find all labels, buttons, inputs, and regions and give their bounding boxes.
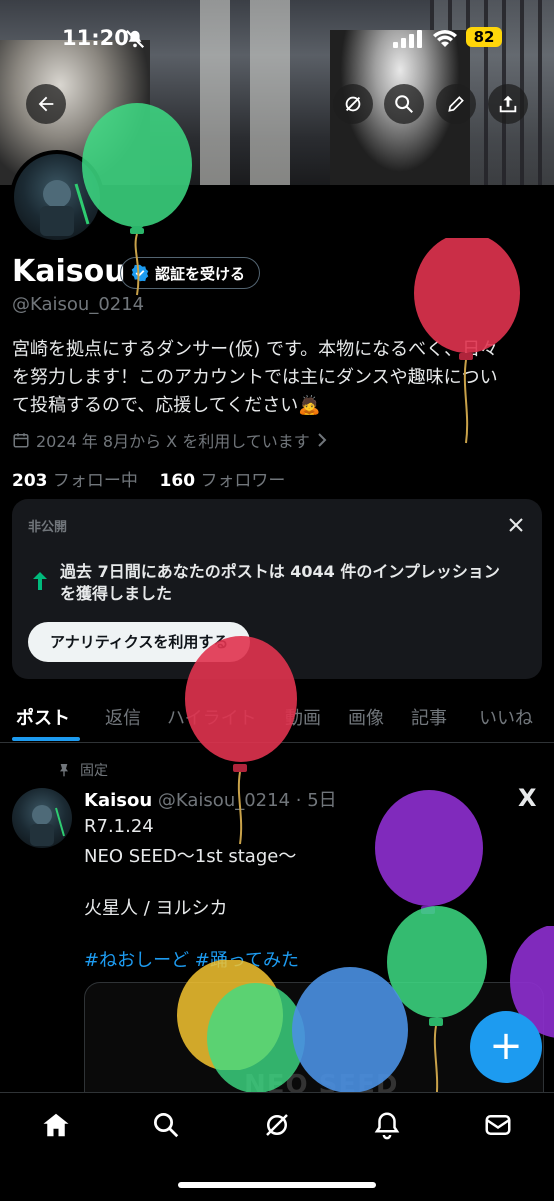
calendar-icon (13, 433, 29, 448)
chevron-right-icon (318, 433, 327, 447)
private-label: 非公開 (28, 520, 68, 535)
tab-replies[interactable]: 返信 (105, 704, 141, 730)
followers-count: 160 (159, 471, 196, 491)
edit-icon (448, 96, 464, 112)
close-icon[interactable] (506, 515, 526, 535)
search-button[interactable] (384, 84, 424, 124)
following-label: フォロー中 (52, 471, 138, 491)
analytics-message: 過去 7日間にあなたのポストは 4044 件のインプレッション を獲得しました (60, 561, 530, 605)
tab-articles[interactable]: 記事 (411, 704, 447, 730)
edit-button[interactable] (436, 84, 476, 124)
analytics-message-line: を獲得しました (60, 584, 173, 603)
red-balloon (185, 636, 297, 845)
blue-balloon (292, 967, 408, 1093)
following-link[interactable]: 203 フォロー中 (12, 471, 138, 491)
pinned-indicator: 固定 (56, 760, 108, 780)
following-count: 203 (12, 471, 48, 491)
grok-button[interactable] (333, 84, 373, 124)
search-icon (395, 95, 413, 113)
active-tab-indicator (12, 737, 80, 741)
signal-icon (393, 30, 422, 48)
pinned-label: 固定 (80, 763, 108, 779)
grok-icon (345, 96, 361, 112)
joined-label: 2024 年 8月から X を利用しています (36, 432, 310, 451)
tab-images[interactable]: 画像 (348, 704, 384, 730)
explore-icon[interactable] (151, 1110, 181, 1140)
post-text-line: 火星人 / ヨルシカ (84, 898, 228, 919)
green-balloon (82, 103, 192, 296)
back-button[interactable] (26, 84, 66, 124)
followers-link[interactable]: 160 フォロワー (160, 471, 286, 491)
grok-nav-icon[interactable] (262, 1110, 292, 1140)
compose-button[interactable]: + (470, 1011, 542, 1083)
x-logo-icon: X (518, 784, 537, 812)
tab-likes[interactable]: いいね (479, 704, 533, 730)
post-author[interactable]: Kaisou (84, 790, 152, 811)
mail-icon[interactable] (483, 1110, 513, 1140)
share-icon (499, 95, 517, 113)
wifi-icon (433, 30, 457, 47)
purple-balloon (375, 790, 483, 914)
pin-icon (60, 764, 68, 777)
mute-bell-icon (125, 29, 145, 49)
post-avatar[interactable] (12, 788, 72, 848)
post-text-line: R7.1.24 (84, 816, 154, 837)
home-icon[interactable] (41, 1110, 71, 1140)
back-icon (38, 96, 54, 112)
battery-indicator: 82 (466, 27, 502, 47)
followers-label: フォロワー (200, 471, 286, 491)
red-balloon (414, 238, 520, 444)
bell-icon[interactable] (372, 1110, 402, 1140)
home-indicator (178, 1182, 376, 1188)
share-button[interactable] (488, 84, 528, 124)
follow-stats: 203 フォロー中 160 フォロワー (12, 466, 285, 491)
analytics-message-line: 過去 7日間にあなたのポストは 4044 件のインプレッション (60, 562, 500, 581)
tab-posts[interactable]: ポスト (16, 704, 70, 730)
status-time: 11:20 (62, 26, 129, 50)
arrow-up-icon (33, 572, 47, 590)
joined-date[interactable]: 2024 年 8月から X を利用しています (12, 428, 328, 452)
